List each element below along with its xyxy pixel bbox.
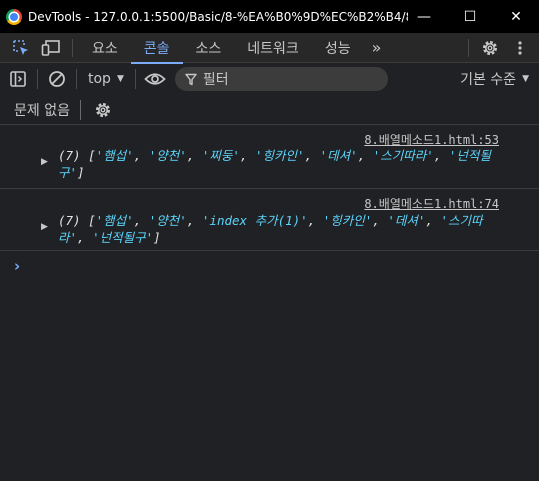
array-item: '양천' [148,213,187,228]
source-link[interactable]: 8.배열메소드1.html:74 [364,195,499,212]
window-title: DevTools - 127.0.0.1:5500/Basic/8-%EA%B0… [28,9,408,24]
expand-triangle-icon[interactable]: ▶ [41,157,48,167]
console-message: 8.배열메소드1.html:53 ▶ (7) ['햄섭', '양천', '찌둥'… [0,125,539,189]
toolbar-divider [79,99,81,120]
console-output: 8.배열메소드1.html:53 ▶ (7) ['햄섭', '양천', '찌둥'… [0,125,539,281]
clear-console-icon[interactable] [43,65,71,93]
array-item: '힝카인' [322,213,373,228]
prompt-chevron-icon: › [14,257,21,275]
array-item: '양천' [148,148,187,163]
tab-console[interactable]: 콘솔 [130,33,183,64]
array-count: (7) [58,213,81,228]
array-item: '햄섭' [95,213,134,228]
array-item: '스기따라' [372,148,434,163]
array-item: '찌둥' [201,148,240,163]
array-count: (7) [58,148,81,163]
filter-input[interactable]: 필터 [174,67,388,91]
array-item: '넌적될구' [92,230,154,245]
console-prompt[interactable]: › [0,251,539,281]
issues-label[interactable]: 문제 없음 [14,100,70,120]
show-sidebar-icon[interactable] [4,65,32,93]
caret-down-icon: ▼ [116,74,124,84]
log-levels-label: 기본 수준 [460,72,517,88]
array-item: '힝카인' [255,148,305,163]
context-value: top [88,71,111,87]
minimize-button[interactable]: — [401,0,447,33]
tab-elements[interactable]: 요소 [79,33,131,63]
tab-network[interactable]: 네트워크 [234,33,312,63]
maximize-button[interactable]: ☐ [447,0,493,33]
inspect-element-icon[interactable] [6,33,36,63]
array-item: '햄섭' [95,148,134,163]
issues-bar: 문제 없음 [0,95,539,125]
array-preview[interactable]: (7) ['햄섭', '양천', 'index 추가(1)', '힝카인', '… [58,212,503,246]
console-settings-gear-icon[interactable] [89,96,117,124]
console-message: 8.배열메소드1.html:74 ▶ (7) ['햄섭', '양천', 'ind… [0,189,539,251]
chrome-logo-icon [6,8,22,25]
toolbar-divider [468,39,469,57]
device-toolbar-icon[interactable] [36,33,66,63]
source-link[interactable]: 8.배열메소드1.html:53 [364,131,499,148]
devtools-window: DevTools - 127.0.0.1:5500/Basic/8-%EA%B0… [0,0,539,481]
live-expression-eye-icon[interactable] [141,65,169,93]
log-levels-dropdown[interactable]: 기본 수준 ▼ [460,69,529,89]
toolbar-divider [76,69,77,89]
tab-performance[interactable]: 성능 [312,33,364,63]
close-button[interactable]: ✕ [493,0,539,33]
array-preview[interactable]: (7) ['햄섭', '양천', '찌둥', '힝카인', '데셔', '스기따… [58,147,503,181]
console-toolbar: top ▼ 필터 기본 수준 ▼ [0,63,539,95]
window-controls: — ☐ ✕ [401,0,539,33]
filter-funnel-icon [185,73,197,85]
toolbar-divider [134,69,136,89]
panel-tab-bar: 요소 콘솔 소스 네트워크 성능 » [0,33,539,64]
caret-down-icon: ▼ [522,74,529,84]
settings-gear-icon[interactable] [475,33,505,63]
array-item: '데셔' [319,148,358,163]
expand-triangle-icon[interactable]: ▶ [41,222,48,232]
array-item: 'index 추가(1)' [201,213,308,228]
tab-sources[interactable]: 소스 [183,33,235,63]
filter-placeholder: 필터 [202,72,229,88]
js-context-select[interactable]: top ▼ [82,71,130,87]
array-item: '데셔' [387,213,426,228]
title-bar: DevTools - 127.0.0.1:5500/Basic/8-%EA%B0… [0,0,539,33]
kebab-menu-icon[interactable] [505,33,535,63]
toolbar-divider [37,69,38,89]
more-tabs-button[interactable]: » [364,38,387,57]
toolbar-divider [72,38,73,57]
tabbar-right-actions [462,33,539,63]
